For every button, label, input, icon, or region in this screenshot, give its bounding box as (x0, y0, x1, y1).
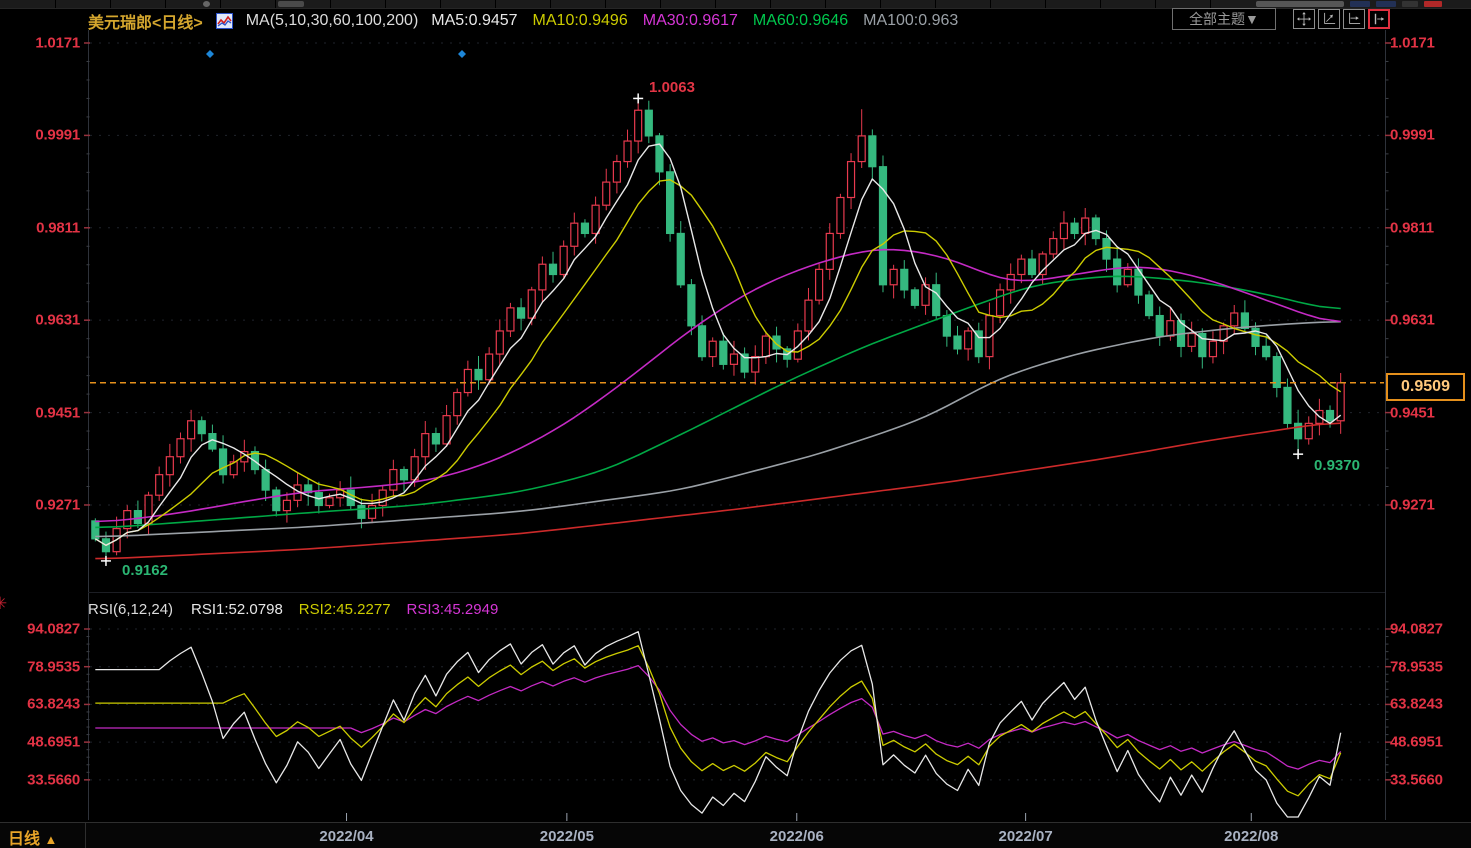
top-strip-divider (825, 0, 826, 8)
ma-value-label: MA10:0.9496 (533, 12, 628, 29)
rsi-axis-label: 33.5660 (1390, 771, 1443, 788)
price-axis-label: 0.9811 (10, 219, 80, 236)
chart-window: 美元瑞郎<日线> MA(5,10,30,60,100,200) MA5:0.94… (0, 0, 1471, 848)
x-axis-month-label: 2022/04 (319, 828, 373, 845)
rsi-header: RSI(6,12,24) RSI1:52.0798RSI2:45.2277RSI… (88, 601, 514, 618)
shift-chart-right-icon[interactable] (1368, 9, 1390, 29)
price-annotation: 0.9162 (122, 562, 168, 579)
rsi-axis-label: 63.8243 (1390, 696, 1443, 713)
pan-crosshair-icon[interactable] (1293, 9, 1315, 29)
rsi-summary: RSI(6,12,24) (88, 601, 173, 618)
rsi-values: RSI1:52.0798 RSI2:45.2277 RSI3:45.2949 (191, 601, 514, 618)
rsi-value-label: RSI1:52.0798 (191, 601, 283, 618)
top-strip-divider (990, 0, 991, 8)
price-axis-label: 0.9271 (1390, 496, 1435, 513)
top-strip-fragment (1350, 1, 1370, 7)
period-label: 日线 (8, 831, 40, 848)
top-strip-divider (770, 0, 771, 8)
candlestick-chart-icon (216, 13, 233, 29)
top-strip (0, 0, 1471, 8)
period-selector[interactable]: 日线 ▲ (8, 825, 57, 848)
top-strip-divider (550, 0, 551, 8)
ma-value-label: MA30:0.9617 (643, 12, 738, 29)
ma-summary: MA(5,10,30,60,100,200) (246, 12, 419, 30)
chart-toolbar (1293, 9, 1390, 29)
rsi-axis-label: 78.9535 (1390, 658, 1443, 675)
rsi-value-label: RSI2:45.2277 (299, 601, 391, 618)
top-strip-divider (1155, 0, 1156, 8)
ma-value-label: MA5:0.9457 (431, 12, 517, 29)
price-axis-label: 0.9631 (1390, 312, 1435, 329)
price-axis-label: 0.9811 (1390, 219, 1434, 236)
rsi-axis-label: 94.0827 (10, 621, 80, 638)
top-strip-divider (385, 0, 386, 8)
edge-fragment-icon: ✳ (0, 594, 7, 614)
top-strip-fragment (1376, 1, 1396, 7)
price-annotation: 0.9370 (1314, 457, 1360, 474)
rsi-axis-label: 33.5660 (10, 771, 80, 788)
theme-dropdown-button[interactable]: 全部主题▼ (1172, 8, 1276, 30)
top-strip-divider (330, 0, 331, 8)
last-price-tag: 0.9509 (1386, 373, 1465, 401)
rsi-value-label: RSI3:45.2949 (407, 601, 499, 618)
chart-header: 美元瑞郎<日线> MA(5,10,30,60,100,200) MA5:0.94… (88, 9, 973, 33)
top-strip-divider (110, 0, 111, 8)
x-axis-month-label: 2022/05 (540, 828, 594, 845)
x-axis-month-label: 2022/08 (1224, 828, 1278, 845)
price-axis-label: 0.9451 (1390, 404, 1435, 421)
ma-value-label: MA100:0.963 (863, 12, 958, 29)
top-strip-divider (495, 0, 496, 8)
price-annotation: 1.0063 (649, 79, 695, 96)
top-strip-divider (880, 0, 881, 8)
price-axis-label: 0.9991 (1390, 127, 1435, 144)
price-axis-label: 0.9631 (10, 312, 80, 329)
top-strip-fragment (1424, 1, 1442, 7)
rsi-axis-label: 78.9535 (10, 658, 80, 675)
event-marker-icon (206, 50, 214, 58)
price-axis-label: 1.0171 (1390, 35, 1435, 52)
price-axis-label: 0.9271 (10, 496, 80, 513)
price-axis-label: 0.9451 (10, 404, 80, 421)
top-strip-fragment (278, 1, 304, 7)
top-strip-divider (165, 0, 166, 8)
top-strip-divider (1210, 0, 1211, 8)
price-axis-label: 1.0171 (10, 35, 80, 52)
top-strip-divider (220, 0, 221, 8)
top-strip-divider (275, 0, 276, 8)
top-strip-divider (1045, 0, 1046, 8)
axis-zoom-in-icon[interactable] (1318, 9, 1340, 29)
top-strip-divider (935, 0, 936, 8)
rsi-axis-label: 63.8243 (10, 696, 80, 713)
top-strip-divider (1100, 0, 1101, 8)
symbol-title: 美元瑞郎<日线> (88, 9, 203, 33)
rsi-axis-label: 48.6951 (1390, 734, 1443, 751)
top-strip-fragment (203, 1, 210, 7)
x-axis-month-label: 2022/06 (770, 828, 824, 845)
top-strip-divider (605, 0, 606, 8)
up-triangle-icon: ▲ (44, 832, 57, 847)
top-strip-divider (660, 0, 661, 8)
top-strip-fragment (1402, 1, 1418, 7)
rsi-axis-label: 94.0827 (1390, 621, 1443, 638)
price-chart-canvas[interactable] (0, 0, 1471, 848)
x-axis-month-label: 2022/07 (998, 828, 1052, 845)
top-strip-divider (715, 0, 716, 8)
top-strip-divider (440, 0, 441, 8)
price-axis-label: 0.9991 (10, 127, 80, 144)
top-strip-divider (55, 0, 56, 8)
rsi-axis-label: 48.6951 (10, 734, 80, 751)
top-strip-fragment (1256, 1, 1344, 7)
event-marker-icon (458, 50, 466, 58)
ma-value-label: MA60:0.9646 (753, 12, 848, 29)
ma-values: MA5:0.9457 MA10:0.9496 MA30:0.9617 MA60:0.9… (431, 12, 973, 30)
axis-scroll-right-icon[interactable] (1343, 9, 1365, 29)
